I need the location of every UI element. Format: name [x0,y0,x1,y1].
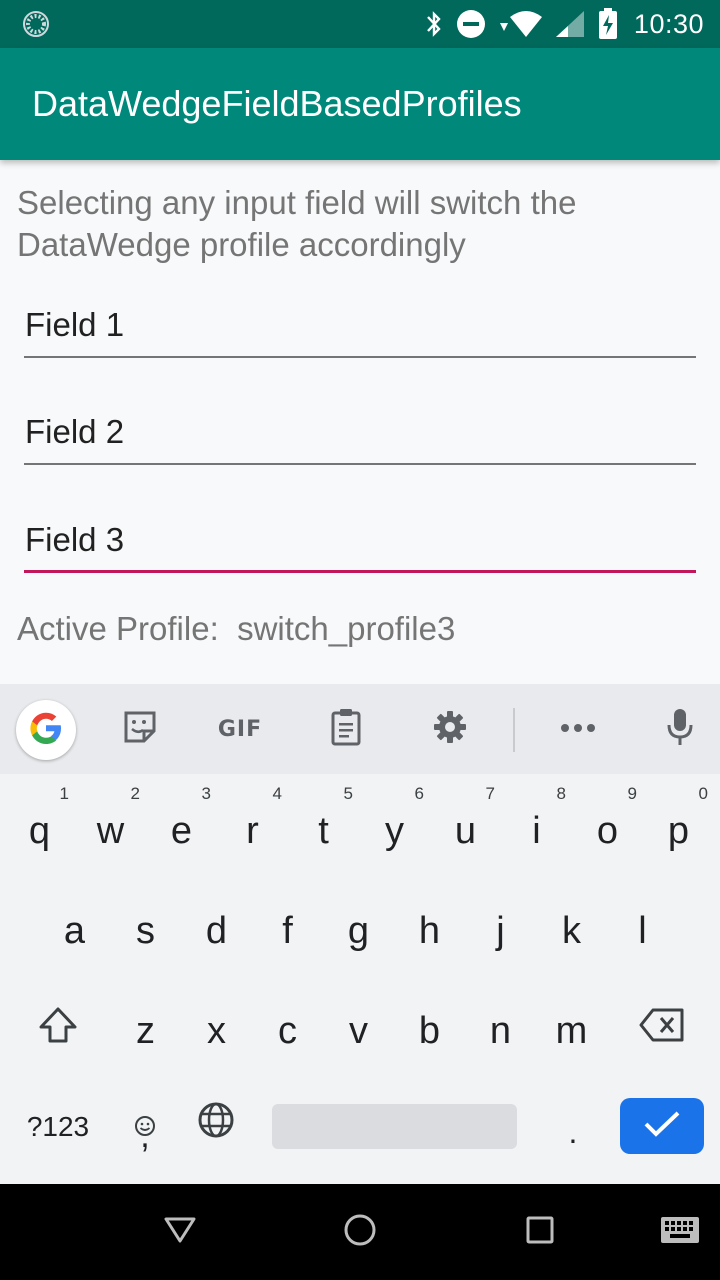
field-2-value: Field 2 [25,413,125,450]
sticker-icon [122,709,158,750]
key-y[interactable]: y6 [359,776,430,876]
field-2-input[interactable]: Field 2 [24,405,696,465]
recents-icon [526,1216,554,1249]
key-c[interactable]: c [252,976,323,1076]
language-key[interactable] [186,1090,246,1160]
field-2-underline [24,463,696,465]
key-l[interactable]: l [607,876,678,976]
voice-input-button[interactable] [650,699,710,759]
field-1-value: Field 1 [25,306,125,343]
field-3-underline [24,570,696,573]
key-f[interactable]: f [252,876,323,976]
back-button[interactable] [156,1208,204,1256]
google-search-button[interactable] [16,700,76,760]
key-d[interactable]: d [181,876,252,976]
wifi-icon [498,9,542,39]
key-x[interactable]: x [181,976,252,1076]
more-options-button[interactable] [548,699,608,759]
active-profile-label: Active Profile: switch_profile3 [17,610,456,647]
backspace-icon [639,1008,685,1052]
key-z[interactable]: z [110,976,181,1076]
key-b[interactable]: b [394,976,465,1076]
key-g[interactable]: g [323,876,394,976]
shift-icon [38,1006,78,1054]
key-p[interactable]: p0 [643,776,714,876]
checkmark-icon [642,1109,682,1144]
field-3-input[interactable]: Field 3 [24,513,696,573]
keyboard-toolbar: GIF [0,684,720,774]
keyboard-switch-button[interactable] [656,1208,704,1256]
space-bar[interactable] [272,1104,517,1149]
cell-signal-icon [554,9,586,39]
gif-button[interactable]: GIF [210,699,270,759]
gif-icon: GIF [217,716,263,742]
field-1-input[interactable]: Field 1 [24,298,696,358]
key-t[interactable]: t5 [288,776,359,876]
soft-keyboard: GIF q 1 w 2 e 3 r 4 t 5 y 6 u 7 i 8 o 9 … [0,684,720,1184]
comma-label: , [140,1117,150,1155]
shift-key[interactable] [18,980,98,1080]
status-bar: 10:30 [0,0,720,48]
app-bar: DataWedgeFieldBasedProfiles [0,48,720,160]
navigation-bar [0,1184,720,1280]
key-m[interactable]: m [536,976,607,1076]
sticker-button[interactable] [110,699,170,759]
keyboard-settings-button[interactable] [420,699,480,759]
home-icon [343,1213,377,1252]
emoji-comma-key[interactable]: , [115,1090,175,1160]
more-icon [560,720,596,738]
period-label: . [568,1113,578,1150]
globe-icon [197,1101,235,1149]
key-k[interactable]: k [536,876,607,976]
enter-key[interactable] [620,1098,704,1154]
key-i[interactable]: i8 [501,776,572,876]
key-w[interactable]: w2 [75,776,146,876]
keyboard-switch-icon [660,1216,700,1249]
home-button[interactable] [336,1208,384,1256]
key-h[interactable]: h [394,876,465,976]
clock: 10:30 [633,8,704,39]
key-v[interactable]: v [323,976,394,1076]
key-r[interactable]: r4 [217,776,288,876]
key-j[interactable]: j [465,876,536,976]
key-q[interactable]: q1 [4,776,75,876]
field-1-underline [24,356,696,358]
backspace-key[interactable] [620,980,704,1080]
key-o[interactable]: o9 [572,776,643,876]
key-n[interactable]: n [465,976,536,1076]
symbols-key[interactable]: ?123 [18,1104,98,1149]
settings-gear-icon [432,709,468,750]
key-u[interactable]: u7 [430,776,501,876]
recents-button[interactable] [516,1208,564,1256]
key-e[interactable]: e3 [146,776,217,876]
app-title: DataWedgeFieldBasedProfiles [32,83,522,124]
clipboard-button[interactable] [316,699,376,759]
sync-status-icon [22,10,50,38]
field-3-value: Field 3 [25,521,125,558]
microphone-icon [666,707,694,752]
key-a[interactable]: a [39,876,110,976]
instructions-text: Selecting any input field will switch th… [17,184,577,263]
period-key[interactable]: . [545,1090,601,1160]
bluetooth-icon [424,10,444,38]
battery-charging-icon [598,8,618,40]
main-content: Selecting any input field will switch th… [0,160,720,684]
google-icon [28,710,64,751]
clipboard-icon [330,708,362,751]
toolbar-divider [513,708,515,752]
back-icon [164,1216,196,1249]
do-not-disturb-icon [456,9,486,39]
key-s[interactable]: s [110,876,181,976]
